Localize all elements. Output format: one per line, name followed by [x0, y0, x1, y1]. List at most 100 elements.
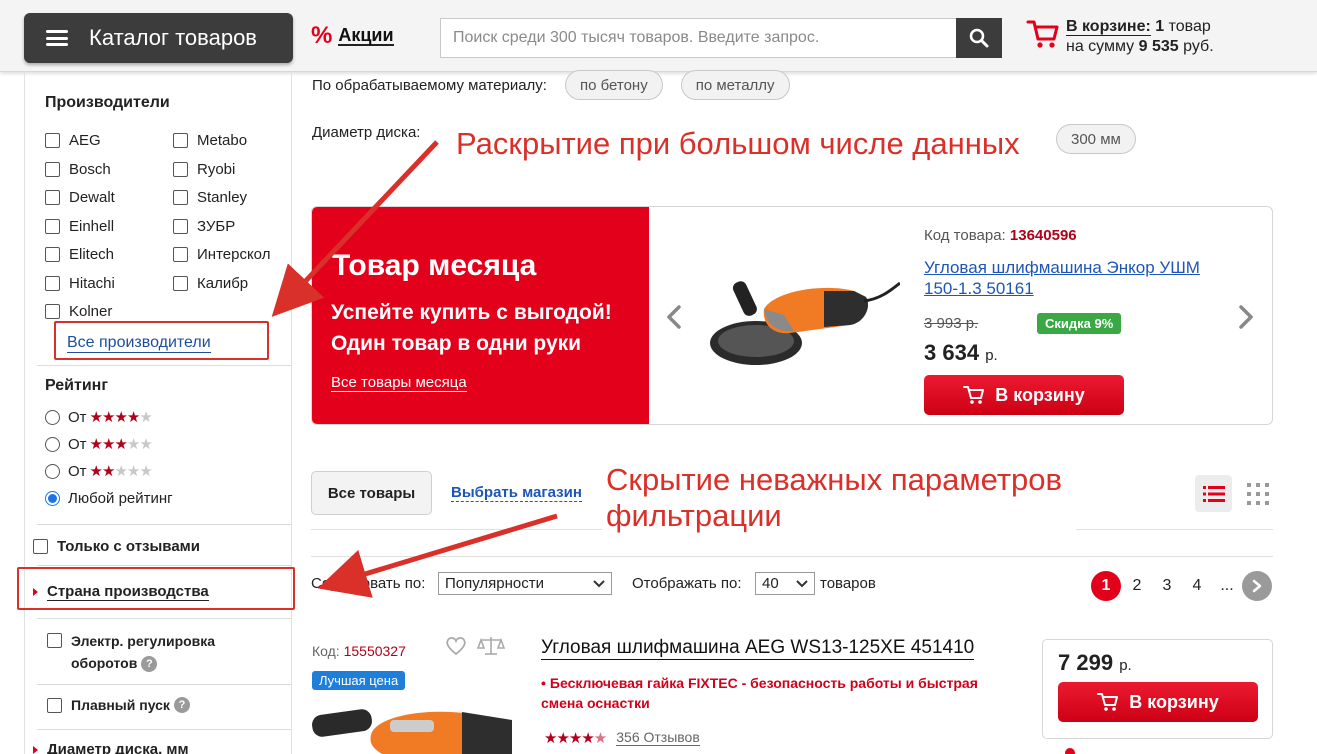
brand-checkbox[interactable]: Интерскол: [173, 246, 273, 263]
product-of-month-subtitle: Успейте купить с выгодой! Один товар в о…: [331, 301, 612, 355]
price-value: 3 634: [924, 340, 980, 365]
annotation-hide-line1: Скрытие неважных параметров: [606, 462, 1062, 497]
promo-link[interactable]: % Акции: [311, 24, 394, 48]
brands-title: Производители: [45, 94, 170, 111]
radio-dot: [45, 463, 60, 479]
chip-concrete[interactable]: по бетону: [564, 70, 663, 100]
brand-checkbox[interactable]: Elitech: [45, 246, 114, 263]
brand-checkbox[interactable]: Kolner: [45, 303, 112, 320]
page-4[interactable]: 4: [1182, 571, 1212, 601]
site-header: Каталог товаров % Акции В корзине: 1 тов…: [0, 0, 1317, 72]
cart-widget[interactable]: В корзине: 1 товар на сумму 9 535 руб.: [1026, 17, 1214, 57]
sort-select[interactable]: Популярности: [438, 572, 612, 595]
speed-control-label: Электр. регулировка оборотов?: [71, 630, 215, 674]
product-of-month-name-link[interactable]: Угловая шлифмашина Энкор УШМ 150-1.3 501…: [924, 257, 1224, 299]
annotation-highlight-box: [54, 321, 269, 360]
brand-checkbox[interactable]: ЗУБР: [173, 218, 235, 235]
promo-label: Акции: [338, 25, 394, 46]
checkbox-box: [47, 697, 62, 713]
item-product-image: [312, 709, 512, 754]
brand-checkbox[interactable]: Калибр: [173, 275, 248, 292]
checkbox-box: [33, 539, 48, 554]
sorting-bar: Сортировать по: Популярности Отображать …: [311, 556, 1273, 612]
checkbox-box: [173, 247, 188, 262]
item-price-box: 7 299 р. В корзину: [1042, 639, 1273, 739]
item-add-to-cart-button[interactable]: В корзину: [1058, 682, 1258, 722]
diameter-filter-row: Диаметр диска:: [312, 124, 420, 141]
price-currency: р.: [985, 347, 998, 364]
radio-dot: [45, 409, 60, 425]
angle-grinder-image: [710, 281, 900, 365]
cart-title: В корзине:: [1066, 18, 1151, 36]
item-title-link[interactable]: Угловая шлифмашина AEG WS13-125XE 451410: [541, 637, 975, 660]
tab-all-goods[interactable]: Все товары: [311, 471, 432, 515]
page-1[interactable]: 1: [1091, 571, 1121, 601]
brand-checkbox[interactable]: AEG: [45, 132, 101, 149]
divider: [37, 729, 291, 730]
checkbox-box: [47, 633, 62, 648]
chip-metal[interactable]: по металлу: [680, 70, 790, 100]
next-page-button[interactable]: [1242, 571, 1272, 601]
brand-label: ЗУБР: [197, 218, 236, 235]
chevron-left-icon[interactable]: [662, 303, 686, 331]
brand-checkbox[interactable]: Dewalt: [45, 189, 115, 206]
list-view-toggle[interactable]: [1195, 475, 1232, 512]
rating-option-any[interactable]: Любой рейтинг: [45, 490, 173, 507]
reviews-link[interactable]: 356 Отзывов: [616, 730, 700, 746]
chevron-right-icon[interactable]: [1234, 303, 1258, 331]
checkbox-box: [45, 133, 60, 148]
radio-dot-selected: [45, 491, 60, 506]
page-3[interactable]: 3: [1152, 571, 1182, 601]
page-ellipsis: ...: [1220, 577, 1234, 594]
cart-icon: [1097, 693, 1119, 711]
all-products-of-month-link[interactable]: Все товары месяца: [331, 375, 467, 392]
cart-sum-prefix: на сумму: [1066, 38, 1135, 55]
brand-label: Kolner: [69, 303, 113, 320]
search-input[interactable]: [440, 18, 956, 58]
page-2[interactable]: 2: [1122, 571, 1152, 601]
star-rating-icon: ★★★★★: [89, 436, 153, 453]
cart-summary: В корзине: 1 товар на сумму 9 535 руб.: [1066, 17, 1214, 57]
chip-300mm[interactable]: 300 мм: [1056, 124, 1136, 154]
brand-checkbox[interactable]: Bosch: [45, 161, 111, 178]
rating-option-3[interactable]: От ★★★★★: [45, 435, 153, 453]
grid-view-toggle[interactable]: [1239, 475, 1276, 512]
brand-label: Интерскол: [197, 246, 271, 263]
brand-label: Hitachi: [69, 275, 115, 292]
brand-checkbox[interactable]: Einhell: [45, 218, 114, 235]
brand-checkbox[interactable]: Stanley: [173, 189, 247, 206]
search-bar: [440, 18, 1002, 58]
checkbox-box: [45, 219, 60, 234]
product-of-month-banner: Товар месяца Успейте купить с выгодой! О…: [312, 207, 649, 424]
add-to-cart-button[interactable]: В корзину: [924, 375, 1124, 415]
product-code-label: Код товара:: [924, 227, 1006, 244]
chevron-down-icon: [593, 579, 605, 587]
brand-checkbox[interactable]: Metabo: [173, 132, 247, 149]
help-icon[interactable]: ?: [141, 656, 158, 673]
soft-start-checkbox[interactable]: Плавный пуск?: [47, 697, 190, 713]
rating-title: Рейтинг: [45, 377, 109, 394]
rating-option-2[interactable]: От ★★★★★: [45, 462, 153, 480]
speed-control-checkbox[interactable]: Электр. регулировка оборотов?: [47, 630, 215, 674]
cart-count-unit: товар: [1168, 18, 1211, 35]
checkbox-box: [173, 219, 188, 234]
disc-diameter-filter-toggle[interactable]: Диаметр диска, мм: [33, 741, 189, 754]
add-to-cart-label: В корзину: [995, 384, 1085, 405]
per-page-unit: товаров: [820, 575, 876, 592]
rating-option-4[interactable]: От ★★★★★: [45, 408, 153, 426]
help-icon[interactable]: ?: [173, 697, 190, 713]
heart-icon[interactable]: [445, 636, 467, 656]
divider: [37, 565, 291, 566]
star-rating-icon: ★★★★★: [89, 463, 153, 480]
brand-checkbox[interactable]: Hitachi: [45, 275, 115, 292]
only-reviews-checkbox[interactable]: Только с отзывами: [33, 538, 200, 555]
compare-scales-icon[interactable]: [477, 635, 505, 657]
product-code-value: 13640596: [1009, 227, 1077, 244]
catalog-button[interactable]: Каталог товаров: [24, 13, 293, 63]
search-icon: [969, 28, 989, 48]
brand-checkbox[interactable]: Ryobi: [173, 161, 235, 178]
choose-store-link[interactable]: Выбрать магазин: [451, 484, 582, 502]
search-button[interactable]: [956, 18, 1002, 58]
checkbox-box: [173, 133, 188, 148]
per-page-select[interactable]: 40: [755, 572, 815, 595]
